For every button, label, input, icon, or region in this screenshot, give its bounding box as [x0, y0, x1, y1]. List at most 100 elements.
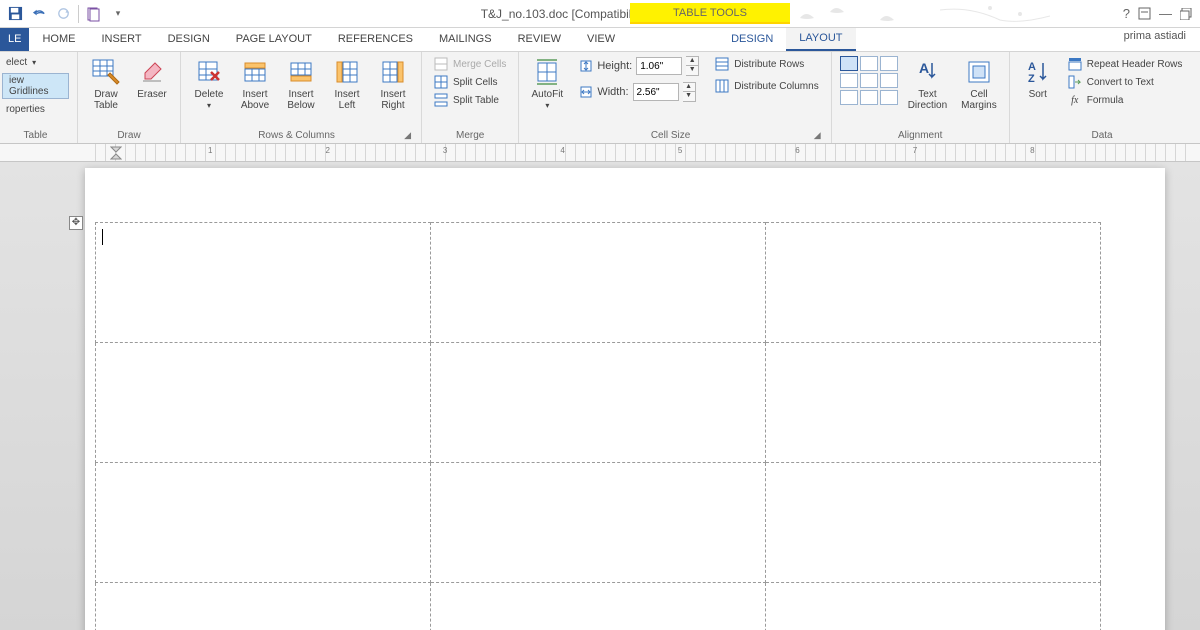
tab-page-layout[interactable]: PAGE LAYOUT: [223, 27, 325, 51]
text-cursor: [102, 229, 103, 245]
horizontal-ruler[interactable]: 12345678: [0, 144, 1200, 162]
group-draw: Draw Table Eraser Draw: [78, 52, 181, 143]
ribbon-tabs: LE HOME INSERT DESIGN PAGE LAYOUT REFERE…: [0, 28, 1200, 52]
help-icon[interactable]: ?: [1123, 6, 1130, 21]
repeat-header-icon: [1068, 57, 1082, 71]
row-height-icon: [579, 59, 593, 73]
insert-above-button[interactable]: Insert Above: [235, 56, 275, 113]
height-spinner[interactable]: ▲▼: [686, 56, 699, 76]
table-cell[interactable]: [766, 223, 1101, 343]
select-button[interactable]: elect ▾: [2, 56, 69, 69]
group-merge: Merge Cells Split Cells Split Table Merg…: [422, 52, 519, 143]
qat-customize-icon[interactable]: ▾: [109, 5, 127, 23]
rows-columns-launcher-icon[interactable]: ◢: [404, 130, 413, 141]
width-input[interactable]: [633, 83, 679, 101]
eraser-button[interactable]: Eraser: [132, 56, 172, 102]
tab-references[interactable]: REFERENCES: [325, 27, 426, 51]
contextual-tab-title: TABLE TOOLS: [630, 3, 790, 24]
width-field: Width: ▲▼: [579, 82, 699, 102]
minimize-icon[interactable]: —: [1159, 6, 1172, 21]
table-cell[interactable]: [431, 343, 766, 463]
print-preview-icon[interactable]: [85, 5, 103, 23]
restore-icon[interactable]: [1180, 8, 1192, 20]
tab-file[interactable]: LE: [0, 27, 29, 51]
align-bottom-center[interactable]: [860, 90, 878, 105]
group-merge-label: Merge: [430, 128, 510, 141]
table-cell[interactable]: [96, 463, 431, 583]
tab-view[interactable]: VIEW: [574, 27, 628, 51]
document-area[interactable]: ✥: [0, 162, 1200, 630]
tab-table-design[interactable]: DESIGN: [718, 27, 786, 51]
align-top-left[interactable]: [840, 56, 858, 71]
table-row[interactable]: [96, 343, 1101, 463]
distribute-columns-button[interactable]: Distribute Columns: [711, 78, 822, 94]
draw-table-button[interactable]: Draw Table: [86, 56, 126, 113]
width-label: Width:: [597, 86, 628, 98]
align-top-right[interactable]: [880, 56, 898, 71]
tab-insert[interactable]: INSERT: [88, 27, 154, 51]
undo-icon[interactable]: [30, 5, 48, 23]
convert-to-text-button[interactable]: Convert to Text: [1064, 74, 1187, 90]
table-cell[interactable]: [431, 583, 766, 630]
cell-margins-button[interactable]: Cell Margins: [957, 56, 1001, 113]
formula-icon: fx: [1068, 93, 1082, 107]
align-middle-center[interactable]: [860, 73, 878, 88]
delete-button[interactable]: Delete▾: [189, 56, 229, 113]
group-draw-label: Draw: [86, 128, 172, 141]
align-middle-right[interactable]: [880, 73, 898, 88]
table-cell[interactable]: [96, 583, 431, 630]
split-table-button[interactable]: Split Table: [430, 92, 510, 108]
insert-below-button[interactable]: Insert Below: [281, 56, 321, 113]
group-data-label: Data: [1018, 128, 1187, 141]
save-icon[interactable]: [6, 5, 24, 23]
document-table[interactable]: [95, 222, 1101, 630]
tab-review[interactable]: REVIEW: [505, 27, 574, 51]
decorative-birds: [790, 0, 1050, 28]
ribbon-display-icon[interactable]: [1138, 7, 1151, 20]
ribbon: elect ▾ iew Gridlines roperties Table Dr…: [0, 52, 1200, 144]
formula-button[interactable]: fx Formula: [1064, 92, 1187, 108]
tab-mailings[interactable]: MAILINGS: [426, 27, 505, 51]
svg-text:A: A: [919, 60, 929, 76]
align-middle-left[interactable]: [840, 73, 858, 88]
draw-table-icon: [92, 58, 120, 86]
align-bottom-left[interactable]: [840, 90, 858, 105]
insert-left-icon: [333, 58, 361, 86]
page[interactable]: ✥: [85, 168, 1165, 630]
width-spinner[interactable]: ▲▼: [683, 82, 696, 102]
repeat-header-rows-button[interactable]: Repeat Header Rows: [1064, 56, 1187, 72]
sort-button[interactable]: AZ Sort: [1018, 56, 1058, 102]
text-direction-button[interactable]: A Text Direction: [904, 56, 951, 113]
table-row[interactable]: [96, 583, 1101, 630]
tab-design[interactable]: DESIGN: [155, 27, 223, 51]
split-table-icon: [434, 93, 448, 107]
cell-size-launcher-icon[interactable]: ◢: [814, 130, 823, 141]
indent-marker-icon[interactable]: [110, 146, 122, 160]
table-cell[interactable]: [431, 463, 766, 583]
tab-home[interactable]: HOME: [29, 27, 88, 51]
properties-button[interactable]: roperties: [2, 103, 69, 116]
table-row[interactable]: [96, 223, 1101, 343]
insert-left-button[interactable]: Insert Left: [327, 56, 367, 113]
align-top-center[interactable]: [860, 56, 878, 71]
table-cell[interactable]: [766, 343, 1101, 463]
split-cells-button[interactable]: Split Cells: [430, 74, 510, 90]
table-cell[interactable]: [766, 583, 1101, 630]
user-name[interactable]: prima astiadi: [1124, 30, 1186, 42]
align-bottom-right[interactable]: [880, 90, 898, 105]
autofit-button[interactable]: AutoFit▾: [527, 56, 567, 113]
distribute-rows-button[interactable]: Distribute Rows: [711, 56, 822, 72]
merge-cells-button: Merge Cells: [430, 56, 510, 72]
tab-table-layout[interactable]: LAYOUT: [786, 27, 855, 51]
height-input[interactable]: [636, 57, 682, 75]
insert-right-button[interactable]: Insert Right: [373, 56, 413, 113]
table-move-handle-icon[interactable]: ✥: [69, 216, 83, 230]
table-cell[interactable]: [766, 463, 1101, 583]
table-cell[interactable]: [96, 223, 431, 343]
insert-right-icon: [379, 58, 407, 86]
table-cell[interactable]: [431, 223, 766, 343]
table-row[interactable]: [96, 463, 1101, 583]
redo-icon[interactable]: [54, 5, 72, 23]
table-cell[interactable]: [96, 343, 431, 463]
view-gridlines-button[interactable]: iew Gridlines: [2, 73, 69, 99]
